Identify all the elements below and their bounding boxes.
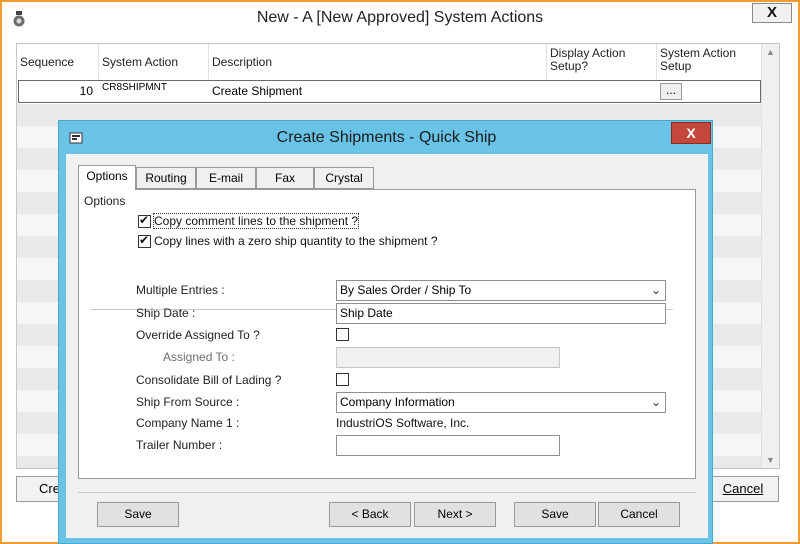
company-name-value: IndustriOS Software, Inc. xyxy=(336,416,470,430)
scroll-up-icon[interactable]: ▲ xyxy=(762,44,779,60)
ship-from-source-label: Ship From Source : xyxy=(136,395,240,409)
system-action-setup-button[interactable]: ... xyxy=(660,83,682,100)
tab-options[interactable]: Options xyxy=(78,165,136,190)
scroll-down-icon[interactable]: ▼ xyxy=(762,452,779,468)
grid-vertical-scrollbar[interactable]: ▲ ▼ xyxy=(761,44,779,468)
outer-titlebar: New - A [New Approved] System Actions X xyxy=(2,2,798,36)
copy-comments-label: Copy comment lines to the shipment ? xyxy=(152,213,360,229)
multiple-entries-select[interactable]: By Sales Order / Ship To ⌄ xyxy=(336,280,666,301)
chevron-down-icon: ⌄ xyxy=(650,283,661,297)
quick-ship-dialog: Create Shipments - Quick Ship X Options … xyxy=(58,120,713,544)
assigned-to-field xyxy=(336,347,560,368)
tab-fax[interactable]: Fax xyxy=(256,167,314,189)
col-header-display-action-setup[interactable]: Display Action Setup? xyxy=(547,44,657,80)
multiple-entries-value: By Sales Order / Ship To xyxy=(340,283,472,297)
col-header-description[interactable]: Description xyxy=(209,44,547,80)
trailer-number-label: Trailer Number : xyxy=(136,438,223,452)
ship-date-label: Ship Date : xyxy=(136,306,196,320)
tab-email[interactable]: E-mail xyxy=(196,167,256,189)
cancel-button[interactable]: Cancel xyxy=(598,502,680,527)
cell-sequence: 10 xyxy=(79,84,93,98)
next-button[interactable]: Next > xyxy=(414,502,496,527)
outer-close-button[interactable]: X xyxy=(752,3,792,23)
ship-date-field[interactable]: Ship Date xyxy=(336,303,666,324)
tab-crystal[interactable]: Crystal xyxy=(314,167,374,189)
options-group-label: Options xyxy=(84,194,126,208)
outer-cancel-button[interactable]: Cancel xyxy=(707,476,779,502)
chevron-down-icon: ⌄ xyxy=(650,395,661,409)
multiple-entries-label: Multiple Entries : xyxy=(136,283,225,297)
dialog-close-button[interactable]: X xyxy=(671,122,711,144)
back-button[interactable]: < Back xyxy=(329,502,411,527)
copy-zero-qty-checkbox[interactable] xyxy=(138,233,151,248)
trailer-number-field[interactable] xyxy=(336,435,560,456)
tab-routing[interactable]: Routing xyxy=(136,167,196,189)
save-button[interactable]: Save xyxy=(514,502,596,527)
col-header-system-action[interactable]: System Action xyxy=(99,44,209,80)
override-assigned-checkbox[interactable] xyxy=(336,328,349,341)
col-header-sequence[interactable]: Sequence xyxy=(17,44,99,80)
company-name-label: Company Name 1 : xyxy=(136,416,240,430)
consolidate-bol-checkbox[interactable] xyxy=(336,373,349,386)
dialog-body: Options Routing E-mail Fax Crystal Optio… xyxy=(66,154,708,538)
assigned-to-label: Assigned To : xyxy=(163,350,235,364)
ship-from-source-value: Company Information xyxy=(340,395,455,409)
button-bar-divider xyxy=(78,492,696,493)
col-header-system-action-setup[interactable]: System Action Setup xyxy=(657,44,763,80)
dialog-title: Create Shipments - Quick Ship xyxy=(276,129,497,146)
cell-system-action: CR8SHIPMNT xyxy=(102,82,168,93)
table-row[interactable]: 10 CR8SHIPMNT Create Shipment ... xyxy=(18,80,761,103)
create-button[interactable]: Cre xyxy=(16,476,62,502)
window-title: New - A [New Approved] System Actions xyxy=(256,9,544,26)
copy-comments-checkbox[interactable] xyxy=(138,213,151,228)
save-left-button[interactable]: Save xyxy=(97,502,179,527)
grid-header: Sequence System Action Description Displ… xyxy=(17,44,761,80)
override-assigned-label: Override Assigned To ? xyxy=(136,328,260,342)
consolidate-bol-label: Consolidate Bill of Lading ? xyxy=(136,373,282,387)
cell-description: Create Shipment xyxy=(212,84,303,98)
copy-zero-qty-label: Copy lines with a zero ship quantity to … xyxy=(154,234,438,248)
ship-from-source-select[interactable]: Company Information ⌄ xyxy=(336,392,666,413)
